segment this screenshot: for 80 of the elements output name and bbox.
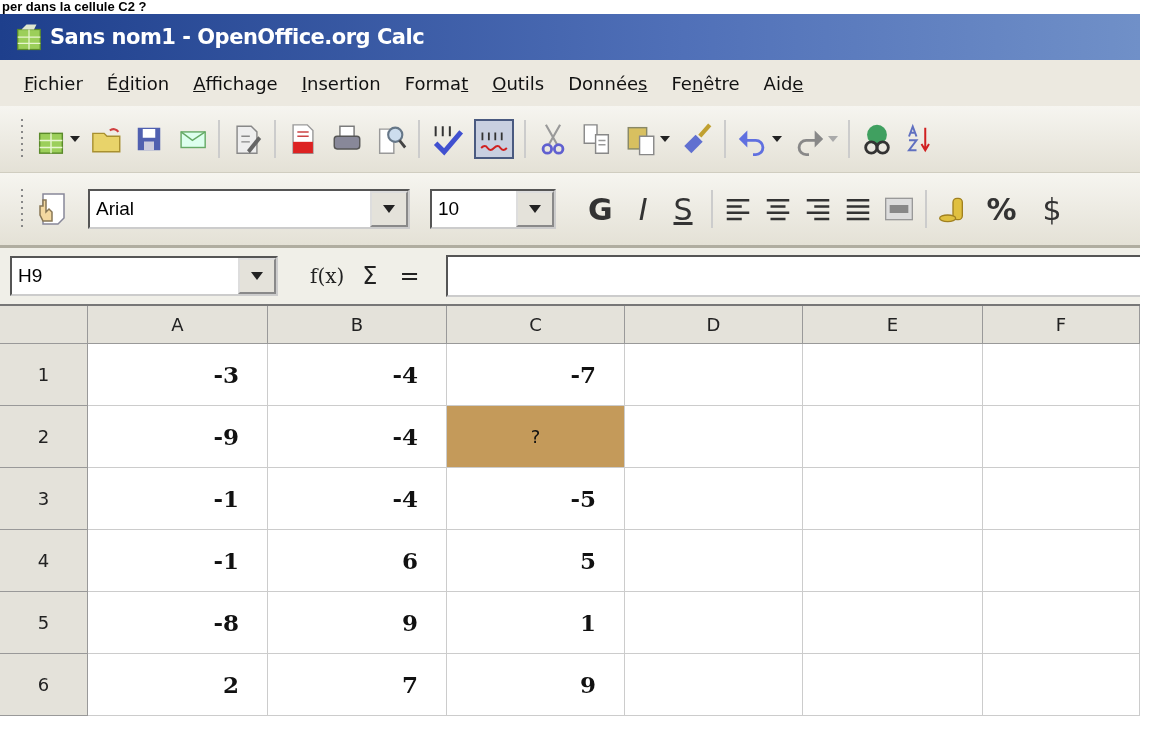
table-cell[interactable]: ? (447, 406, 625, 468)
formula-input[interactable] (445, 255, 1140, 297)
column-header[interactable]: F (983, 306, 1140, 344)
table-cell[interactable]: -1 (88, 468, 268, 530)
dropdown-arrow-icon[interactable] (383, 205, 395, 213)
formula-button[interactable]: = (395, 262, 424, 290)
column-header[interactable]: B (268, 306, 447, 344)
table-cell[interactable]: 9 (268, 592, 447, 654)
sum-button[interactable]: Σ (358, 262, 382, 290)
table-cell[interactable]: -4 (268, 468, 447, 530)
table-cell[interactable] (983, 592, 1140, 654)
table-cell[interactable] (803, 592, 983, 654)
menu-item[interactable]: Fichier (24, 72, 83, 94)
table-cell[interactable] (803, 468, 983, 530)
table-cell[interactable] (625, 468, 803, 530)
toolbar-grip[interactable] (20, 119, 24, 159)
toolbar-grip[interactable] (20, 189, 24, 229)
table-cell[interactable]: 2 (88, 654, 268, 716)
table-cell[interactable] (625, 406, 803, 468)
table-cell[interactable]: 1 (447, 592, 625, 654)
row-header[interactable]: 5 (0, 592, 88, 654)
auto-spellcheck-icon[interactable] (474, 119, 514, 159)
table-cell[interactable] (803, 530, 983, 592)
menu-item[interactable]: Outils (492, 72, 545, 94)
question-text: per dans la cellule C2 ? (1, 0, 148, 14)
percent-button[interactable]: % (978, 191, 1025, 227)
menu-item[interactable]: Données (568, 72, 648, 94)
table-cell[interactable]: 7 (268, 654, 447, 716)
table-cell[interactable]: 9 (447, 654, 625, 716)
table-cell[interactable] (983, 468, 1140, 530)
table-cell[interactable] (803, 654, 983, 716)
menu-item[interactable]: Édition (106, 72, 170, 94)
table-cell[interactable] (983, 344, 1140, 406)
menu-item[interactable]: Fenêtre (671, 72, 740, 94)
table-cell[interactable] (625, 530, 803, 592)
menu-item[interactable]: Affichage (193, 72, 278, 94)
select-all-corner[interactable] (0, 306, 88, 344)
table-cell[interactable]: -1 (88, 530, 268, 592)
table-cell[interactable] (625, 344, 803, 406)
italic-button[interactable]: I (630, 191, 656, 227)
table-cell[interactable]: 6 (268, 530, 447, 592)
name-box[interactable]: H9 (10, 256, 278, 296)
dropdown-arrow-icon[interactable] (251, 272, 263, 280)
menu-item[interactable]: Format (404, 72, 469, 94)
menu-item[interactable]: Aide (763, 72, 804, 94)
dropdown-arrow-icon[interactable] (70, 136, 80, 142)
table-cell[interactable]: -9 (88, 406, 268, 468)
table-cell[interactable] (983, 406, 1140, 468)
table-cell[interactable] (803, 344, 983, 406)
row-header[interactable]: 2 (0, 406, 88, 468)
table-cell[interactable] (983, 530, 1140, 592)
underline-button[interactable]: S (665, 191, 701, 227)
font-size-field[interactable]: 10 (430, 189, 556, 229)
dropdown-arrow-icon[interactable] (660, 136, 670, 142)
column-header[interactable]: A (88, 306, 268, 344)
spreadsheet-icon (14, 22, 44, 52)
window-title: Sans nom1 - OpenOffice.org Calc (50, 25, 425, 49)
row-header[interactable]: 6 (0, 654, 88, 716)
table-cell[interactable] (983, 654, 1140, 716)
dropdown-arrow-icon[interactable] (772, 136, 782, 142)
dropdown-arrow-icon[interactable] (529, 205, 541, 213)
bold-button[interactable]: G (580, 191, 621, 227)
column-header[interactable]: E (803, 306, 983, 344)
column-header[interactable]: C (447, 306, 625, 344)
menu-item[interactable]: Insertion (301, 72, 381, 94)
row-header[interactable]: 1 (0, 344, 88, 406)
table-cell[interactable] (625, 654, 803, 716)
table-cell[interactable]: -4 (268, 344, 447, 406)
table-cell[interactable] (625, 592, 803, 654)
currency-button[interactable]: $ (1034, 191, 1062, 227)
row-header[interactable]: 4 (0, 530, 88, 592)
font-name-field[interactable]: Arial (88, 189, 410, 229)
table-cell[interactable] (803, 406, 983, 468)
table-cell[interactable]: -3 (88, 344, 268, 406)
function-wizard-button[interactable]: f(x) (310, 264, 345, 288)
column-header[interactable]: D (625, 306, 803, 344)
row-header[interactable]: 3 (0, 468, 88, 530)
table-cell[interactable]: -5 (447, 468, 625, 530)
table-cell[interactable]: 5 (447, 530, 625, 592)
table-cell[interactable]: -8 (88, 592, 268, 654)
